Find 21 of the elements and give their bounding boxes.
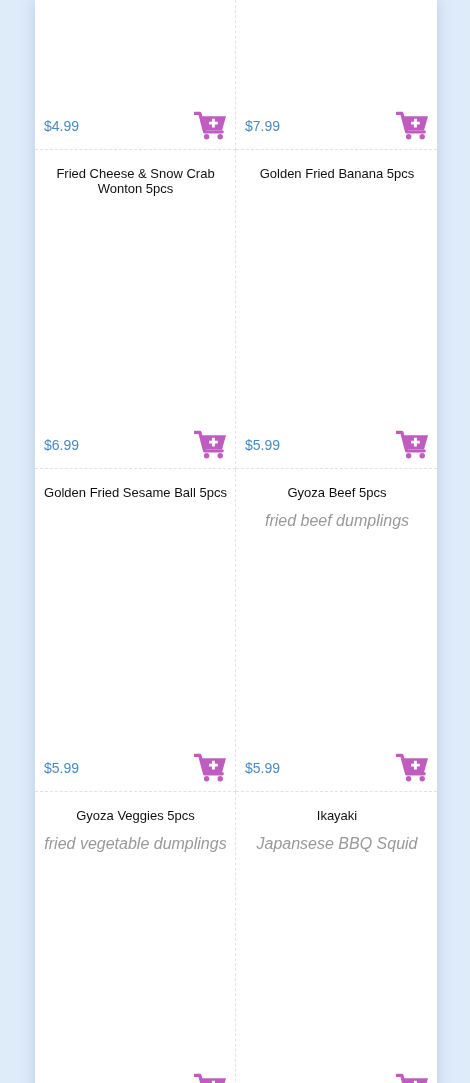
item-name: Golden Fried Sesame Ball 5pcs	[44, 485, 227, 500]
item-name: Golden Fried Banana 5pcs	[259, 166, 415, 181]
item-price: $5.99	[245, 437, 281, 453]
item-price: $5.99	[245, 760, 281, 776]
item-description: fried vegetable dumplings	[44, 835, 227, 853]
item-name: Gyoza Beef 5pcs	[287, 485, 387, 500]
item-name: Fried Cheese & Snow Crab Wonton 5pcs	[55, 166, 216, 196]
item-price: $5.99	[44, 760, 80, 776]
add-to-cart-icon[interactable]	[396, 430, 429, 460]
item-price: $6.99	[44, 437, 80, 453]
item-description: fried beef dumplings	[264, 512, 410, 530]
add-to-cart-icon[interactable]	[194, 111, 227, 141]
add-to-cart-icon[interactable]	[194, 430, 227, 460]
add-to-cart-icon[interactable]	[396, 753, 429, 783]
item-name: Ikayaki	[316, 808, 358, 823]
item-price: $7.99	[245, 118, 281, 134]
item-name: Gyoza Veggies 5pcs	[76, 808, 195, 823]
item-price: $4.99	[44, 118, 80, 134]
add-to-cart-icon[interactable]	[194, 753, 227, 783]
item-description: Japansese BBQ Squid	[256, 835, 418, 853]
add-to-cart-icon[interactable]	[396, 111, 429, 141]
